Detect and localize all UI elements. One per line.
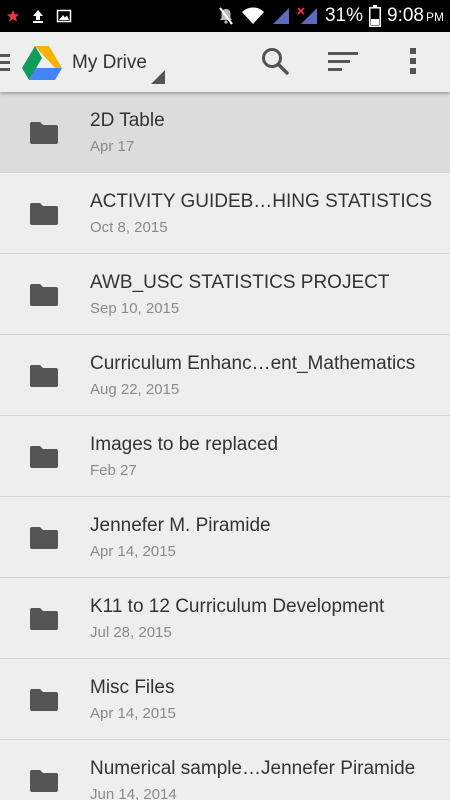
folder-date: Oct 8, 2015 [90, 219, 168, 236]
image-icon [56, 8, 72, 24]
folder-row[interactable]: Numerical sample…Jennefer Piramide Jun 1… [0, 740, 450, 800]
folder-row[interactable]: Images to be replaced Feb 27 [0, 416, 450, 497]
folder-row[interactable]: Misc Files Apr 14, 2015 [0, 659, 450, 740]
folder-date: Sep 10, 2015 [90, 300, 180, 317]
page-title: My Drive [72, 52, 147, 73]
folder-date: Apr 17 [90, 138, 135, 155]
app-bar: My Drive [0, 32, 450, 92]
drive-logo-icon[interactable] [22, 44, 62, 80]
folder-icon [30, 689, 58, 711]
folder-icon [30, 203, 58, 225]
star-icon [6, 9, 20, 23]
battery-icon [369, 5, 382, 27]
sort-icon [327, 49, 359, 78]
folder-icon [30, 284, 58, 306]
folder-row[interactable]: K11 to 12 Curriculum Development Jul 28,… [0, 578, 450, 659]
folder-icon [30, 770, 58, 792]
signal-x-icon [297, 6, 319, 26]
folder-row[interactable]: ACTIVITY GUIDEB…HING STATISTICS Oct 8, 2… [0, 173, 450, 254]
folder-date: Apr 14, 2015 [90, 543, 176, 560]
folder-row[interactable]: AWB_USC STATISTICS PROJECT Sep 10, 2015 [0, 254, 450, 335]
folder-name: Images to be replaced [90, 434, 279, 455]
search-icon [260, 46, 290, 81]
folder-icon [30, 446, 58, 468]
more-vert-icon [409, 47, 417, 80]
folder-name: K11 to 12 Curriculum Development [90, 596, 385, 617]
folder-icon [30, 365, 58, 387]
folder-date: Apr 14, 2015 [90, 705, 176, 722]
signal-icon [271, 6, 291, 26]
upload-icon [30, 8, 46, 24]
folder-name: AWB_USC STATISTICS PROJECT [90, 272, 390, 293]
folder-name: 2D Table [90, 110, 165, 131]
dropdown-triangle-icon[interactable] [151, 70, 165, 84]
clock-ampm: PM [426, 10, 444, 24]
clock: 9:08 PM [387, 5, 444, 27]
folder-row[interactable]: Jennefer M. Piramide Apr 14, 2015 [0, 497, 450, 578]
more-options-button[interactable] [398, 46, 428, 80]
account-switcher[interactable]: My Drive [72, 50, 147, 78]
folder-row[interactable]: 2D Table Apr 17 [0, 92, 450, 173]
folder-name: Curriculum Enhanc…ent_Mathematics [90, 353, 416, 374]
folder-name: Misc Files [90, 677, 175, 698]
folder-icon [30, 527, 58, 549]
folder-date: Feb 27 [90, 462, 137, 479]
sort-button[interactable] [326, 46, 360, 80]
folder-name: ACTIVITY GUIDEB…HING STATISTICS [90, 191, 433, 212]
folder-row[interactable]: Curriculum Enhanc…ent_Mathematics Aug 22… [0, 335, 450, 416]
folder-name: Numerical sample…Jennefer Piramide [90, 758, 416, 779]
folder-icon [30, 608, 58, 630]
menu-icon[interactable] [0, 50, 12, 74]
file-list: 2D Table Apr 17 ACTIVITY GUIDEB…HING STA… [0, 92, 450, 800]
folder-date: Jul 28, 2015 [90, 624, 172, 641]
wifi-icon [241, 6, 265, 26]
clock-time: 9:08 [387, 5, 424, 26]
search-button[interactable] [258, 46, 292, 80]
battery-percent: 31% [324, 5, 364, 26]
folder-name: Jennefer M. Piramide [90, 515, 271, 536]
mute-icon [217, 6, 235, 26]
folder-icon [30, 122, 58, 144]
folder-date: Aug 22, 2015 [90, 381, 180, 398]
status-bar: 31% 9:08 PM [0, 0, 450, 32]
folder-date: Jun 14, 2014 [90, 786, 177, 800]
